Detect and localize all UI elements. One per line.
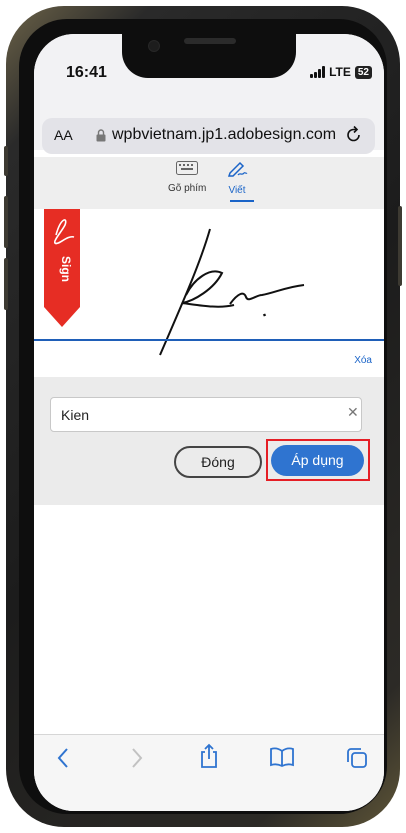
- reload-icon[interactable]: [345, 124, 363, 144]
- network-type: LTE: [329, 65, 351, 79]
- signature-drawing: [159, 228, 305, 356]
- lock-icon: [96, 129, 106, 142]
- tab-selected-indicator: [230, 200, 254, 202]
- power-button: [398, 206, 402, 286]
- forward-icon[interactable]: [130, 747, 144, 769]
- tab-type[interactable]: Gõ phím: [168, 161, 206, 194]
- volume-up-button: [4, 196, 8, 248]
- close-button[interactable]: Đóng: [174, 446, 262, 478]
- status-indicators: LTE 52: [310, 65, 372, 79]
- apply-button[interactable]: Áp dụng: [271, 445, 364, 476]
- clear-input-icon[interactable]: ✕: [347, 404, 359, 421]
- bookmarks-icon[interactable]: [270, 747, 294, 767]
- notch: [122, 34, 296, 78]
- text-size-button[interactable]: AA: [54, 127, 73, 143]
- signature-mode-tabs: Gõ phím Viết: [34, 157, 384, 209]
- status-time: 16:41: [66, 64, 107, 81]
- tab-draw-label: Viết: [228, 185, 246, 196]
- phone-screen: 16:41 LTE 52 AA wpbvietnam.jp1.adobesign…: [34, 34, 384, 811]
- pen-draw-icon: [227, 161, 248, 177]
- address-bar[interactable]: AA wpbvietnam.jp1.adobesign.com: [42, 118, 375, 154]
- back-icon[interactable]: [56, 747, 70, 769]
- name-input[interactable]: [50, 397, 362, 432]
- signature-baseline: [34, 339, 384, 341]
- side-button: [4, 146, 8, 176]
- signature-input-panel: ✕ Đóng Áp dụng: [34, 377, 384, 505]
- clear-signature-button[interactable]: Xóa: [354, 355, 372, 366]
- keyboard-icon: [176, 161, 199, 175]
- tabs-icon[interactable]: [346, 747, 368, 769]
- phone-frame: 16:41 LTE 52 AA wpbvietnam.jp1.adobesign…: [4, 6, 402, 827]
- tab-draw[interactable]: Viết: [226, 161, 254, 202]
- status-bar: 16:41 LTE 52: [34, 34, 384, 96]
- volume-down-button: [4, 258, 8, 310]
- signal-icon: [310, 66, 326, 78]
- speaker-grille: [184, 38, 236, 44]
- browser-header: AA wpbvietnam.jp1.adobesign.com: [34, 96, 384, 154]
- browser-toolbar: [34, 734, 384, 811]
- share-icon[interactable]: [199, 743, 219, 769]
- camera-icon: [148, 40, 160, 52]
- signature-canvas[interactable]: Sign Xóa: [34, 209, 384, 377]
- battery-icon: 52: [354, 65, 372, 79]
- tab-type-label: Gõ phím: [168, 183, 207, 194]
- url-text[interactable]: wpbvietnam.jp1.adobesign.com: [112, 126, 336, 144]
